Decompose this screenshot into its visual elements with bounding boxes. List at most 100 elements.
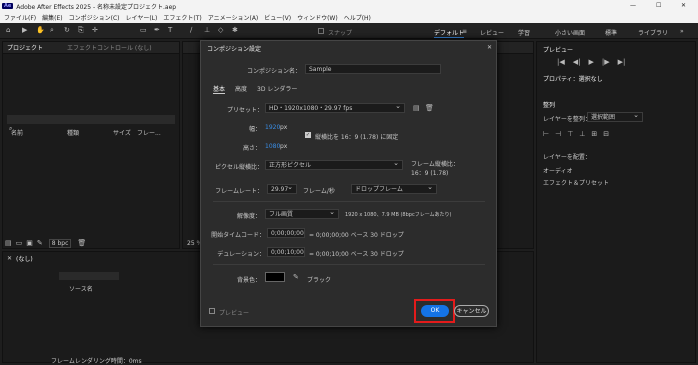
width-unit: px [280,124,288,131]
workspace-review[interactable]: レビュー [480,28,504,37]
ok-button[interactable]: OK [421,305,449,317]
menu-item[interactable]: ヘルプ(H) [344,13,371,22]
column-frame[interactable]: フレー... [137,128,161,137]
start-timecode-info: = 0;00;00;00 ベース 30 ドロップ [309,232,404,239]
new-folder-icon[interactable]: ▭ [16,239,23,247]
tab-3d-renderer[interactable]: 3D レンダラー [257,84,297,93]
save-preset-icon[interactable]: ▤ [413,104,420,112]
last-frame-icon[interactable]: ▶| [618,58,626,66]
align-title: 整列 [543,102,556,109]
workspace-libraries[interactable]: ライブラリ [638,28,668,37]
workspace-menu-icon[interactable]: ≡ [462,28,467,35]
comp-name-label: コンポジション名： [246,68,301,75]
timeline-tab[interactable]: (なし) [16,254,33,263]
preset-dropdown[interactable]: HD・1920x1080・29.97 fps [265,103,405,113]
background-color-swatch[interactable] [265,272,285,282]
rectangle-tool-icon[interactable]: ▭ [140,26,147,34]
menu-item[interactable]: エフェクト(T) [163,13,201,22]
interpret-footage-icon[interactable]: ▤ [5,239,12,247]
stamp-tool-icon[interactable]: ⊥ [204,26,210,34]
close-window-button[interactable]: ✕ [681,2,686,9]
snap-label: スナップ [328,30,353,37]
fps-unit: フレーム/秒 [303,188,335,195]
resolution-dropdown[interactable]: フル画質 [265,209,339,219]
hand-tool-icon[interactable]: ✋ [36,26,45,34]
frame-aspect-label: フレーム縦横比： [411,161,459,168]
first-frame-icon[interactable]: |◀ [557,58,565,66]
tab-project[interactable]: プロジェクト [7,43,43,52]
anchor-tool-icon[interactable]: ✛ [92,26,98,34]
comp-name-field[interactable]: Sample [305,64,441,74]
menu-item[interactable]: ウィンドウ(W) [297,13,338,22]
prev-frame-icon[interactable]: ◀| [573,58,581,66]
width-label: 幅： [248,126,261,133]
effects-presets-label[interactable]: エフェクト＆プリセット [543,178,609,187]
maximize-button[interactable]: ☐ [656,2,661,9]
minimize-button[interactable]: — [630,2,636,9]
menu-item[interactable]: ビュー(V) [264,13,291,22]
trash-icon[interactable]: 🗑 [77,239,86,247]
rotate-tool-icon[interactable]: ↻ [64,26,70,34]
layer-source-name-header[interactable]: ソース名 [69,284,93,293]
timeline-search-input[interactable] [59,272,119,280]
puppet-tool-icon[interactable]: ✱ [232,26,238,34]
camera-tool-icon[interactable]: ⎘ [78,26,84,35]
tab-advanced[interactable]: 高度 [235,84,247,93]
dropframe-dropdown[interactable]: ドロップフレーム [351,184,437,194]
align-to-dropdown[interactable]: 選択範囲 [587,112,643,122]
height-value[interactable]: 1080 [265,143,280,150]
pen-tool-icon[interactable]: ✒ [154,26,160,34]
settings-icon[interactable]: ✎ [37,239,43,247]
project-search-input[interactable]: ⌕ [7,115,175,132]
workspace-learn[interactable]: 学習 [518,28,530,37]
brush-tool-icon[interactable]: ∕ [190,26,192,34]
background-color-name: ブラック [307,277,332,284]
eyedropper-icon[interactable]: ✎ [293,273,299,281]
timeline-close-icon[interactable]: ✕ [7,255,12,262]
properties-title: プロパティ：選択なし [543,76,603,83]
menu-item[interactable]: レイヤー(L) [126,13,158,22]
align-icons[interactable]: ⊢⊣⊤⊥⊞⊟ [543,130,615,138]
next-frame-icon[interactable]: |▶ [602,58,610,66]
bpc-label[interactable]: 8 bpc [48,238,72,248]
audio-label[interactable]: オーディオ [543,166,573,175]
menu-item[interactable]: コンポジション(C) [69,13,120,22]
workspace-standard[interactable]: 標準 [605,28,617,37]
start-timecode-field[interactable]: 0;00;00;00 [267,228,305,238]
cancel-button[interactable]: キャンセル [454,305,489,317]
delete-preset-icon[interactable]: 🗑 [425,104,434,112]
new-comp-icon[interactable]: ▣ [26,239,33,247]
selection-tool-icon[interactable]: ▶ [22,26,27,34]
duration-field[interactable]: 0;00;10;00 [267,247,305,257]
workspace-default[interactable]: デフォルト [434,28,465,38]
snap-checkbox[interactable] [318,28,324,34]
dialog-close-button[interactable]: ✕ [487,44,492,51]
dialog-title: コンポジション設定 [207,46,262,53]
column-size[interactable]: サイズ [113,128,137,137]
menu-item[interactable]: ファイル(F) [4,13,36,22]
width-value[interactable]: 1920 [265,124,280,131]
composition-settings-dialog: コンポジション設定 ✕ コンポジション名： Sample 基本 高度 3D レン… [200,40,497,327]
workspace-small-screen[interactable]: 小さい画面 [555,28,585,37]
play-icon[interactable]: ▶ [589,58,594,66]
column-name[interactable]: 名前 [11,128,67,137]
menu-item[interactable]: 編集(E) [42,13,62,22]
zoom-tool-icon[interactable]: ⌕ [50,26,54,35]
preview-checkbox[interactable] [209,308,215,314]
menu-item[interactable]: アニメーション(A) [208,13,259,22]
pixel-aspect-dropdown[interactable]: 正方形ピクセル [265,160,403,170]
home-icon[interactable]: ⌂ [6,26,10,34]
background-color-label: 背景色： [236,277,261,284]
text-tool-icon[interactable]: T [168,26,172,34]
height-label: 高さ： [242,145,261,152]
lock-aspect-checkbox[interactable]: ✓ [305,132,311,138]
workspace-more[interactable]: » [680,28,684,35]
tab-basic[interactable]: 基本 [213,84,226,94]
column-type[interactable]: 種類 [67,128,113,137]
tab-effect-controls[interactable]: エフェクトコントロール (なし) [67,43,152,52]
duration-info: = 0;00;10;00 ベース 30 ドロップ [309,251,404,258]
duration-label: デュレーション： [217,251,265,258]
project-panel: プロジェクト エフェクトコントロール (なし) ⌕ 名前 種類 サイズ フレー.… [2,41,180,249]
framerate-dropdown[interactable]: 29.97 [267,184,297,194]
eraser-tool-icon[interactable]: ◇ [218,26,223,34]
